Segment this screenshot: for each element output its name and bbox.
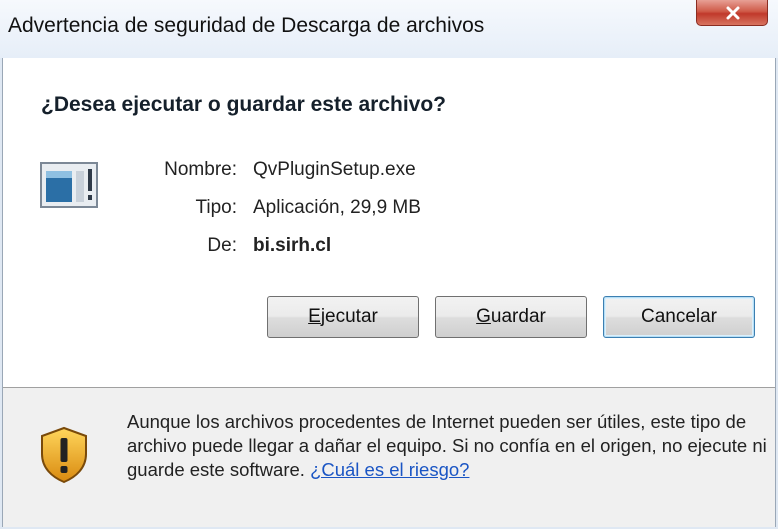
window-title: Advertencia de seguridad de Descarga de … bbox=[8, 14, 485, 37]
risk-link[interactable]: ¿Cuál es el riesgo? bbox=[310, 459, 469, 480]
warning-shield-icon bbox=[41, 426, 87, 484]
name-value: QvPluginSetup.exe bbox=[253, 159, 416, 180]
dialog-question: ¿Desea ejecutar o guardar este archivo? bbox=[41, 93, 446, 116]
name-label: Nombre: bbox=[164, 159, 237, 180]
run-label: jecutar bbox=[320, 306, 378, 327]
run-button[interactable]: Ejecutar bbox=[267, 296, 419, 338]
type-label: Tipo: bbox=[195, 197, 237, 218]
run-mnemonic: E bbox=[308, 306, 321, 327]
dialog-body: ¿Desea ejecutar o guardar este archivo? … bbox=[2, 58, 776, 527]
warning-panel: Aunque los archivos procedentes de Inter… bbox=[3, 388, 775, 527]
from-label: De: bbox=[207, 235, 237, 256]
save-mnemonic: G bbox=[476, 306, 491, 327]
type-value: Aplicación, 29,9 MB bbox=[253, 197, 421, 218]
save-label: uardar bbox=[490, 306, 546, 327]
from-value: bi.sirh.cl bbox=[253, 235, 332, 256]
close-button[interactable] bbox=[696, 0, 768, 26]
application-file-icon bbox=[40, 162, 98, 208]
title-bar: Advertencia de seguridad de Descarga de … bbox=[0, 0, 778, 58]
close-icon bbox=[726, 6, 740, 20]
warning-message: Aunque los archivos procedentes de Inter… bbox=[127, 410, 767, 482]
save-button[interactable]: Guardar bbox=[435, 296, 587, 338]
cancel-button[interactable]: Cancelar bbox=[603, 296, 755, 338]
